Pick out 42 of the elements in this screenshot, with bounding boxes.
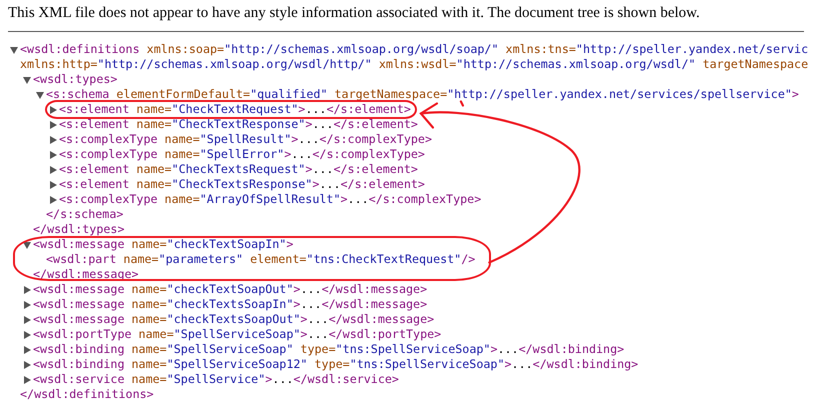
xml-line: </wsdl:message> — [33, 267, 139, 282]
xml-line: <wsdl:portType name="SpellServiceSoap">...</wsdl:portType> — [33, 327, 442, 342]
xml-line: <wsdl:message name="checkTextsSoapIn">...</wsdl:message> — [33, 297, 428, 312]
caret-right-icon[interactable] — [50, 151, 57, 159]
caret-down-icon[interactable] — [23, 242, 31, 249]
xml-line: <wsdl:service name="SpellService">...</wsdl:service> — [33, 372, 399, 387]
xml-line: <wsdl:definitions xmlns:soap="http://schemas.xmlsoap.org/wsdl/soap/" xmlns:tns="http://speller.yandex.net/servic xmlns:http="http://schemas.xmlsoap.org/wsdl/http/" xmlns:wsdl="http://schemas.xmlsoap.org/wsdl/" targetNamespace — [20, 42, 808, 72]
caret-down-icon[interactable] — [10, 47, 18, 54]
caret-right-icon[interactable] — [24, 361, 31, 369]
caret-right-icon[interactable] — [24, 301, 31, 309]
xml-line: </wsdl:definitions> — [20, 387, 154, 402]
caret-right-icon[interactable] — [24, 376, 31, 384]
xml-line: <wsdl:message name="checkTextSoapIn"> — [33, 237, 294, 252]
xml-line: <s:element name="CheckTextsResponse">...</s:element> — [59, 177, 425, 192]
xml-line: <s:element name="CheckTextsRequest">...</s:element> — [59, 162, 418, 177]
caret-right-icon[interactable] — [50, 166, 57, 174]
caret-down-icon[interactable] — [23, 77, 31, 84]
info-message: This XML file does not appear to have any style information associated with it. The document tree is shown below. — [8, 4, 804, 32]
caret-right-icon[interactable] — [50, 136, 57, 144]
xml-line: </wsdl:types> — [33, 222, 124, 237]
caret-right-icon[interactable] — [24, 346, 31, 354]
caret-right-icon[interactable] — [24, 286, 31, 294]
xml-line: <s:schema elementFormDefault="qualified" targetNamespace="http://speller.yandex.net/services/spellservice"> — [46, 87, 799, 102]
caret-down-icon[interactable] — [36, 92, 44, 99]
xml-line: <wsdl:part name="parameters" element="tns:CheckTextRequest"/> — [46, 252, 476, 267]
xml-line: <s:element name="CheckTextRequest">...</s:element> — [59, 102, 411, 117]
xml-line: <wsdl:types> — [33, 72, 118, 87]
xml-line: <s:complexType name="SpellResult">...</s:complexType> — [59, 132, 432, 147]
caret-right-icon[interactable] — [50, 121, 57, 129]
xml-line: <wsdl:binding name="SpellServiceSoap12" type="tns:SpellServiceSoap">...</wsdl:binding> — [33, 357, 638, 372]
caret-right-icon[interactable] — [50, 106, 57, 114]
xml-line: <s:element name="CheckTextResponse">...</s:element> — [59, 117, 418, 132]
xml-line: <s:complexType name="ArrayOfSpellResult">...</s:complexType> — [59, 192, 482, 207]
xml-line: </s:schema> — [46, 207, 124, 222]
xml-line: <s:complexType name="SpellError">...</s:complexType> — [59, 147, 425, 162]
caret-right-icon[interactable] — [50, 196, 57, 204]
xml-line: <wsdl:message name="checkTextsSoapOut">...</wsdl:message> — [33, 312, 434, 327]
caret-right-icon[interactable] — [24, 316, 31, 324]
xml-line: <wsdl:binding name="SpellServiceSoap" type="tns:SpellServiceSoap">...</wsdl:binding> — [33, 342, 624, 357]
xml-line: <wsdl:message name="checkTextSoapOut">...</wsdl:message> — [33, 282, 428, 297]
caret-right-icon[interactable] — [24, 331, 31, 339]
caret-right-icon[interactable] — [50, 181, 57, 189]
